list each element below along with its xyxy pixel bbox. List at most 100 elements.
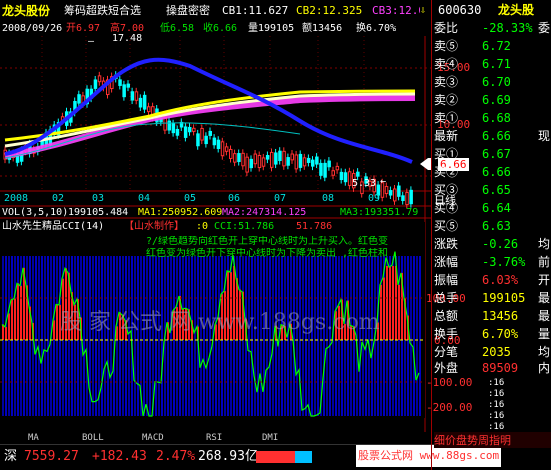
candle-body (347, 171, 352, 186)
tab-boll[interactable]: BOLL (82, 432, 104, 444)
quote-row: 总手 199105 最 (432, 290, 551, 306)
cci-band (101, 256, 103, 416)
cci-band (293, 256, 295, 416)
candle-body (183, 126, 188, 138)
cci-band (311, 256, 313, 416)
cci-band (317, 256, 319, 416)
cci-band (107, 256, 109, 416)
candle-body (282, 150, 286, 167)
cci-band (95, 256, 97, 416)
candle-body (97, 75, 102, 83)
quote-panel: 600630 龙头股 委比 -28.33% 委卖⑤ 6.72 卖④ 6.71 卖③ 6.70 卖… (431, 0, 551, 470)
cci-bar (17, 283, 19, 340)
candle-body (126, 83, 130, 88)
date-label: 04 (138, 193, 151, 204)
cci-band (314, 256, 316, 416)
candle-body (290, 153, 294, 161)
tick-time: :16 (488, 378, 505, 388)
tab-dmi[interactable]: DMI (262, 432, 278, 444)
cci-band (113, 256, 115, 416)
chart-area[interactable]: — ← (0, 36, 431, 432)
quote-extra: 均 (538, 345, 551, 359)
candle-body (147, 106, 151, 113)
candle-body (175, 128, 180, 136)
quote-label: 买③ (434, 183, 459, 197)
info-bar: 2008/09/26 开6.97 高7.00 低6.58 收6.66 量1991… (0, 22, 430, 36)
candle-body (142, 94, 147, 110)
candle-body (388, 190, 393, 196)
quote-row: 外盘 89509 内 (432, 360, 551, 376)
cci-bar (56, 304, 58, 340)
tab-rsi[interactable]: RSI (206, 432, 222, 444)
toggle-down-icon[interactable]: ⇩ (420, 0, 426, 22)
quote-row: 买③ 6.65 (432, 182, 551, 198)
quote-label: 外盘 (434, 361, 459, 375)
cci-band (248, 256, 250, 416)
cci-zero: :0 (196, 221, 209, 232)
cci-band (92, 256, 94, 416)
cci-band (38, 256, 40, 416)
date-label: 2008 (4, 193, 29, 204)
indicator-name[interactable]: 筹码超跌短合选 (64, 0, 141, 22)
tick-time: :16 (488, 389, 505, 399)
quote-value: 2035 (482, 345, 511, 359)
cci-band (44, 256, 46, 416)
date-label: 06 (228, 193, 241, 204)
turnover-value: 换6.70% (356, 23, 397, 34)
cci-band (254, 256, 256, 416)
cci-band (149, 256, 151, 416)
quote-value: 6.69 (482, 93, 511, 107)
quote-value: -0.26 (482, 237, 519, 251)
candle-body (220, 141, 225, 157)
candle-body (171, 123, 176, 134)
indicator2-name[interactable]: 操盘密密 (166, 0, 210, 22)
candle-body (339, 171, 344, 181)
candle-body (192, 127, 196, 132)
tab-macd[interactable]: MACD (142, 432, 164, 444)
quote-value: 6.67 (482, 147, 511, 161)
stock-title: 龙头股份 (2, 4, 51, 18)
quote-footer: 细价盘势周指明 (434, 432, 551, 448)
cci-title[interactable]: 山水先生精品CCI(14) (2, 220, 104, 234)
candle-body (323, 162, 327, 178)
cci-bar (380, 284, 382, 340)
candle-body (315, 156, 319, 165)
quote-label: 总手 (434, 291, 459, 305)
quote-extra: 最 (538, 309, 551, 323)
cci-band (269, 256, 271, 416)
quote-label: 最新 (434, 129, 459, 143)
candle-body (401, 195, 405, 202)
quote-label: 委比 (434, 21, 459, 35)
cci-band (323, 256, 325, 416)
candle-body (241, 152, 245, 167)
cci-band (194, 256, 196, 416)
cci-note-2: 红色变为绿色开下穿中心线时为下降为卖出 ,红色柱和 (146, 248, 389, 259)
candle-body (261, 157, 266, 167)
candle-body (335, 165, 340, 171)
cci-bar (11, 299, 13, 340)
cci-bar (14, 298, 16, 340)
quote-value: 89509 (482, 361, 519, 375)
candle-body (409, 189, 413, 205)
cci-band (86, 256, 88, 416)
cci-band (83, 256, 85, 416)
index-pct: 2.47% (156, 449, 196, 464)
quote-row: 涨幅 -3.76% 前 (432, 254, 551, 270)
quote-row: 换手 6.70% 量 (432, 326, 551, 342)
volume-value: 量199105 (248, 23, 295, 34)
candle-body (233, 153, 237, 163)
candle-body (319, 162, 323, 176)
candle-body (204, 135, 208, 145)
quote-value: 6.72 (482, 39, 511, 53)
quote-value: 6.66 (482, 129, 511, 143)
quote-value: -28.33% (482, 21, 533, 35)
cci-band (110, 256, 112, 416)
candle-body (188, 126, 192, 133)
quote-extra: 最 (538, 291, 551, 305)
tab-ma[interactable]: MA (28, 432, 39, 444)
quote-value: 6.71 (482, 57, 511, 71)
candle-body (331, 170, 335, 176)
candle-body (253, 153, 258, 165)
quote-label: 卖① (434, 111, 459, 125)
quote-value: 6.63 (482, 219, 511, 233)
